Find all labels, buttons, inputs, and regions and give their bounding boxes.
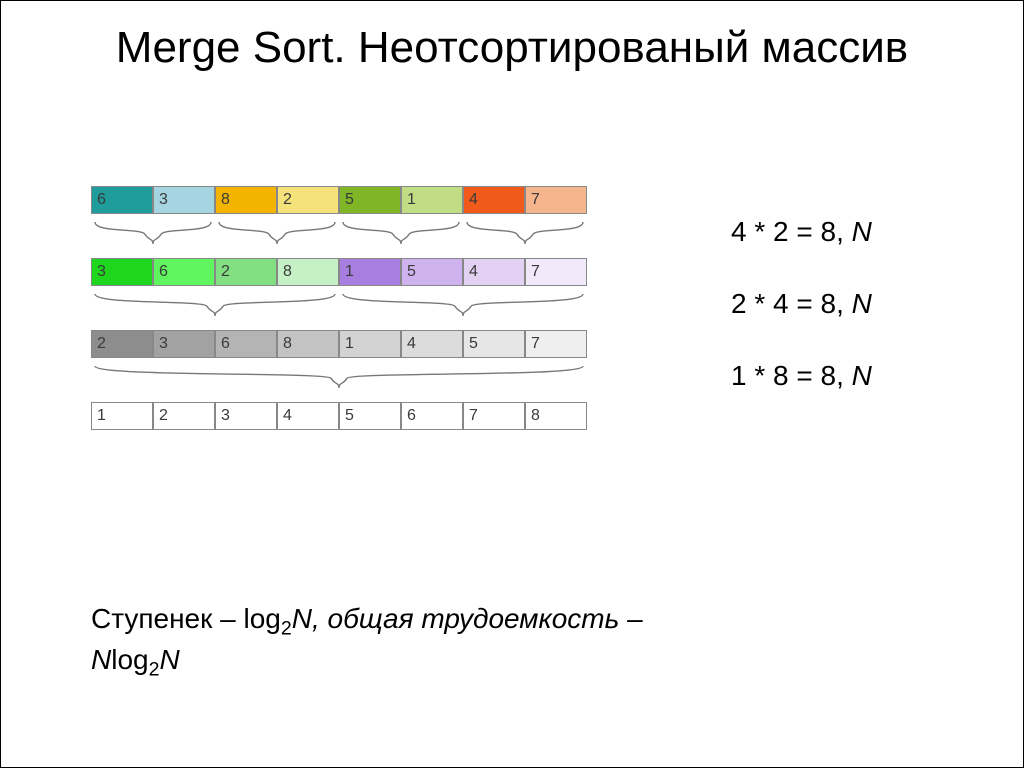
curly-brace-icon xyxy=(339,292,587,320)
array-cell: 5 xyxy=(339,186,401,214)
brace-row: 4 * 2 = 8, N xyxy=(91,220,931,248)
array-row-0: 63825147 xyxy=(91,186,931,214)
curly-brace-icon xyxy=(91,220,215,248)
array-cell: 1 xyxy=(91,402,153,430)
array-cell: 8 xyxy=(525,402,587,430)
array-cell: 7 xyxy=(463,402,525,430)
array-cell: 8 xyxy=(277,330,339,358)
brace-row: 2 * 4 = 8, N xyxy=(91,292,931,320)
array-cell: 2 xyxy=(91,330,153,358)
array-cell: 2 xyxy=(153,402,215,430)
array-cell: 5 xyxy=(339,402,401,430)
curly-brace-icon xyxy=(339,220,463,248)
array-cell: 2 xyxy=(215,258,277,286)
array-cell: 7 xyxy=(525,330,587,358)
array-cell: 6 xyxy=(153,258,215,286)
array-cell: 1 xyxy=(339,258,401,286)
array-cell: 7 xyxy=(525,258,587,286)
curly-brace-icon xyxy=(463,220,587,248)
array-cell: 8 xyxy=(277,258,339,286)
array-cell: 1 xyxy=(401,186,463,214)
array-cell: 4 xyxy=(463,186,525,214)
curly-brace-icon xyxy=(91,364,587,392)
page-title: Merge Sort. Неотсортированый массив xyxy=(1,1,1023,74)
array-cell: 4 xyxy=(401,330,463,358)
array-cell: 6 xyxy=(215,330,277,358)
array-cell: 1 xyxy=(339,330,401,358)
array-cell: 3 xyxy=(153,186,215,214)
array-cell: 6 xyxy=(401,402,463,430)
array-cell: 4 xyxy=(277,402,339,430)
complexity-text: Ступенек – log2N, общая трудоемкость – N… xyxy=(91,601,851,683)
array-cell: 5 xyxy=(463,330,525,358)
array-row-2: 23681457 xyxy=(91,330,931,358)
array-cell: 3 xyxy=(215,402,277,430)
array-cell: 2 xyxy=(277,186,339,214)
curly-brace-icon xyxy=(91,292,339,320)
brace-row: 1 * 8 = 8, N xyxy=(91,364,931,392)
array-row-1: 36281547 xyxy=(91,258,931,286)
merge-sort-diagram: 638251474 * 2 = 8, N362815472 * 4 = 8, N… xyxy=(91,186,931,436)
curly-brace-icon xyxy=(215,220,339,248)
array-cell: 8 xyxy=(215,186,277,214)
step-annotation: 2 * 4 = 8, N xyxy=(731,288,872,320)
step-annotation: 4 * 2 = 8, N xyxy=(731,216,872,248)
array-cell: 3 xyxy=(91,258,153,286)
step-annotation: 1 * 8 = 8, N xyxy=(731,360,872,392)
array-cell: 4 xyxy=(463,258,525,286)
array-cell: 6 xyxy=(91,186,153,214)
array-row-3: 12345678 xyxy=(91,402,931,430)
array-cell: 7 xyxy=(525,186,587,214)
array-cell: 3 xyxy=(153,330,215,358)
array-cell: 5 xyxy=(401,258,463,286)
